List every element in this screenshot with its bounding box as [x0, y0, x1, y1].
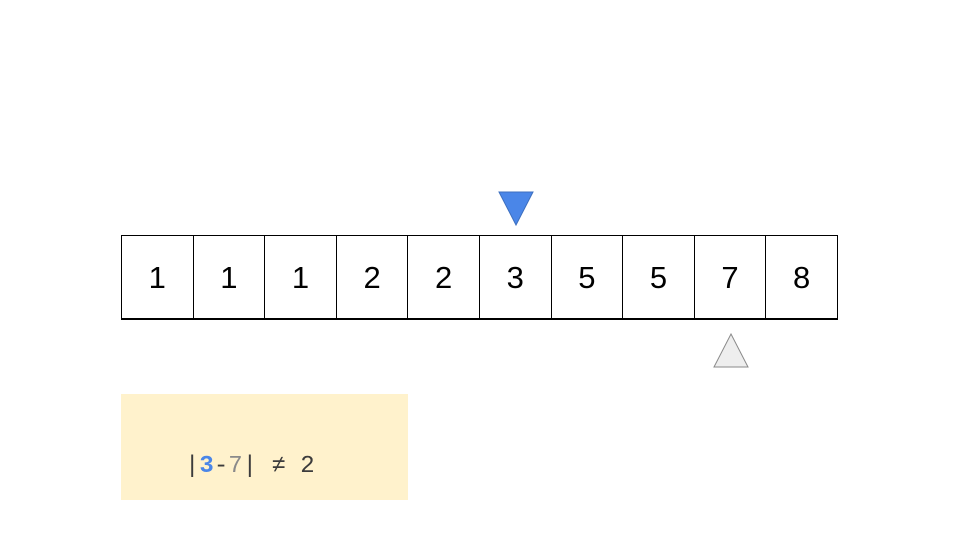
array-cell: 1: [194, 236, 266, 318]
array-cell: 1: [122, 236, 194, 318]
minus-sign: -: [213, 453, 229, 480]
target-value: 2: [300, 453, 315, 480]
left-pointer-triangle-icon: [498, 191, 534, 227]
array-cell: 8: [766, 236, 838, 318]
array-cell: 5: [623, 236, 695, 318]
left-value: 3: [199, 453, 214, 480]
array-cell: 1: [265, 236, 337, 318]
not-equal-sign: ≠: [271, 453, 286, 480]
array-cell: 7: [695, 236, 767, 318]
abs-bar-close: |: [242, 453, 258, 480]
right-pointer-triangle-icon: [713, 333, 749, 368]
formula-panel: |3-7| ≠ 2: [121, 394, 408, 500]
right-value: 7: [228, 453, 243, 480]
array-cell: 5: [552, 236, 624, 318]
number-array: 1112235578: [121, 235, 838, 320]
array-cell: 2: [337, 236, 409, 318]
abs-bar-open: |: [185, 453, 200, 480]
difference-formula: |3-7| ≠ 2: [185, 452, 315, 482]
array-cell: 2: [408, 236, 480, 318]
array-cell: 3: [480, 236, 552, 318]
